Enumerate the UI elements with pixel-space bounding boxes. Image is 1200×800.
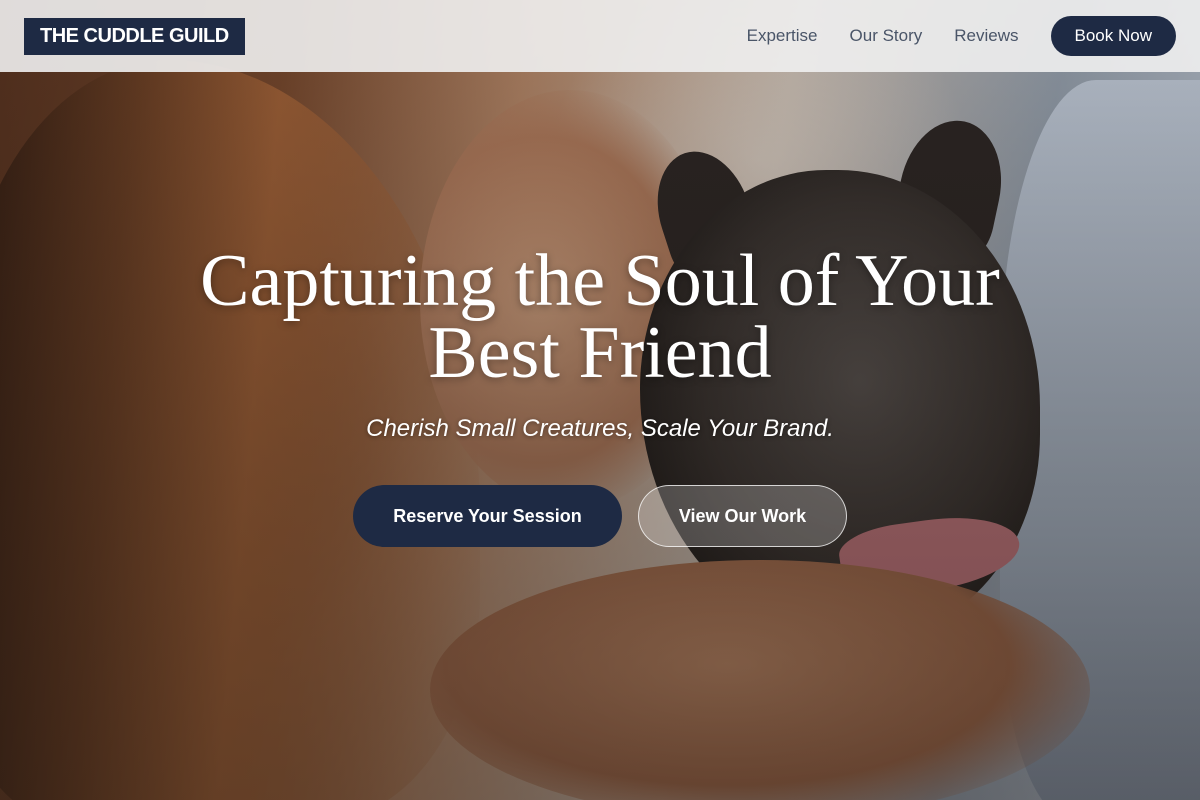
nav-link-our-story[interactable]: Our Story	[850, 26, 923, 46]
nav-link-expertise[interactable]: Expertise	[747, 26, 818, 46]
site-header: THE CUDDLE GUILD Expertise Our Story Rev…	[0, 0, 1200, 72]
hero-buttons: Reserve Your Session View Our Work	[0, 485, 1200, 547]
hero-subtitle: Cherish Small Creatures, Scale Your Bran…	[366, 415, 834, 442]
site-logo[interactable]: THE CUDDLE GUILD	[24, 17, 245, 55]
book-now-button[interactable]: Book Now	[1050, 16, 1176, 56]
hero-title: Capturing the Soul of Your Best Friend	[200, 240, 1000, 394]
hero-content: Capturing the Soul of Your Best Friend C…	[0, 240, 1200, 547]
view-our-work-button[interactable]: View Our Work	[638, 485, 847, 547]
nav-link-reviews[interactable]: Reviews	[954, 26, 1018, 46]
reserve-session-button[interactable]: Reserve Your Session	[353, 485, 622, 547]
main-nav: Expertise Our Story Reviews Book Now	[747, 16, 1176, 56]
